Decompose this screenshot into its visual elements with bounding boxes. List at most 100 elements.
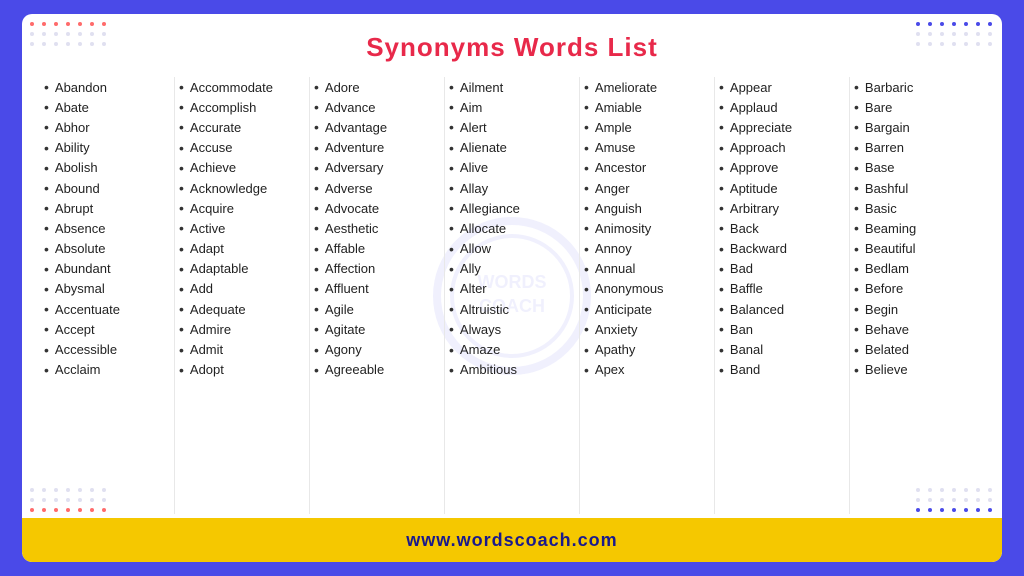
list-item: Behave (854, 319, 980, 339)
list-item: Ailment (449, 77, 575, 97)
page-title: Synonyms Words List (22, 32, 1002, 63)
list-item: Aptitude (719, 178, 845, 198)
list-item: Accommodate (179, 77, 305, 97)
list-item: Adversary (314, 158, 440, 178)
column-5: Ameliorate Amiable Ample Amuse Ancestor … (580, 77, 715, 514)
list-item: Bare (854, 97, 980, 117)
list-item: Balanced (719, 299, 845, 319)
list-item: Baffle (719, 279, 845, 299)
list-item: Apex (584, 360, 710, 380)
list-item: Basic (854, 198, 980, 218)
list-item: Alive (449, 158, 575, 178)
list-item: Absolute (44, 239, 170, 259)
list-item: Ancestor (584, 158, 710, 178)
list-item: Ample (584, 117, 710, 137)
list-item: Approve (719, 158, 845, 178)
list-item: Ally (449, 259, 575, 279)
list-item: Adapt (179, 239, 305, 259)
list-item: Believe (854, 360, 980, 380)
list-item: Aesthetic (314, 218, 440, 238)
list-item: Accurate (179, 117, 305, 137)
list-item: Annual (584, 259, 710, 279)
list-item: Backward (719, 239, 845, 259)
list-item: Accept (44, 319, 170, 339)
list-item: Acclaim (44, 360, 170, 380)
list-item: Bad (719, 259, 845, 279)
list-item: Bedlam (854, 259, 980, 279)
list-item: Acquire (179, 198, 305, 218)
list-item: Accessible (44, 339, 170, 359)
list-item: Abundant (44, 259, 170, 279)
list-item: Appear (719, 77, 845, 97)
list-item: Anonymous (584, 279, 710, 299)
list-item: Barbaric (854, 77, 980, 97)
list-item: Apathy (584, 339, 710, 359)
list-item: Achieve (179, 158, 305, 178)
list-item: Alter (449, 279, 575, 299)
list-item: Abysmal (44, 279, 170, 299)
list-item: Ambitious (449, 360, 575, 380)
list-item: Amiable (584, 97, 710, 117)
list-item: Agreeable (314, 360, 440, 380)
list-item: Allay (449, 178, 575, 198)
word-columns: Abandon Abate Abhor Ability Abolish Abou… (40, 77, 984, 514)
list-item: Appreciate (719, 117, 845, 137)
list-item: Abound (44, 178, 170, 198)
list-item: Ban (719, 319, 845, 339)
list-item: Aim (449, 97, 575, 117)
list-item: Affable (314, 239, 440, 259)
list-item: Band (719, 360, 845, 380)
page-header: Synonyms Words List (22, 14, 1002, 73)
list-item: Abate (44, 97, 170, 117)
list-item: Alert (449, 117, 575, 137)
list-item: Abrupt (44, 198, 170, 218)
list-item: Anticipate (584, 299, 710, 319)
list-item: Advantage (314, 117, 440, 137)
list-item: Abolish (44, 158, 170, 178)
list-item: Anxiety (584, 319, 710, 339)
list-item: Barren (854, 138, 980, 158)
content-area: WORDS COACH Abandon Abate Abhor Ability … (22, 73, 1002, 518)
list-item: Abandon (44, 77, 170, 97)
list-item: Bashful (854, 178, 980, 198)
list-item: Adverse (314, 178, 440, 198)
list-item: Adequate (179, 299, 305, 319)
list-item: Advocate (314, 198, 440, 218)
column-1: Abandon Abate Abhor Ability Abolish Abou… (40, 77, 175, 514)
list-item: Accuse (179, 138, 305, 158)
list-item: Approach (719, 138, 845, 158)
list-item: Ability (44, 138, 170, 158)
list-item: Adopt (179, 360, 305, 380)
list-item: Admire (179, 319, 305, 339)
list-item: Accomplish (179, 97, 305, 117)
footer-url: www.wordscoach.com (406, 530, 617, 551)
main-card: Synonyms Words List WORDS COACH Abandon … (22, 14, 1002, 562)
column-7: Barbaric Bare Bargain Barren Base Bashfu… (850, 77, 984, 514)
list-item: Affection (314, 259, 440, 279)
list-item: Belated (854, 339, 980, 359)
list-item: Before (854, 279, 980, 299)
list-item: Advance (314, 97, 440, 117)
list-item: Anguish (584, 198, 710, 218)
list-item: Banal (719, 339, 845, 359)
list-item: Add (179, 279, 305, 299)
list-item: Allow (449, 239, 575, 259)
list-item: Agony (314, 339, 440, 359)
list-item: Beaming (854, 218, 980, 238)
list-item: Accentuate (44, 299, 170, 319)
list-item: Acknowledge (179, 178, 305, 198)
list-item: Absence (44, 218, 170, 238)
list-item: Allegiance (449, 198, 575, 218)
list-item: Amaze (449, 339, 575, 359)
list-item: Beautiful (854, 239, 980, 259)
list-item: Agitate (314, 319, 440, 339)
list-item: Arbitrary (719, 198, 845, 218)
list-item: Adaptable (179, 259, 305, 279)
list-item: Back (719, 218, 845, 238)
column-3: Adore Advance Advantage Adventure Advers… (310, 77, 445, 514)
list-item: Amuse (584, 138, 710, 158)
list-item: Affluent (314, 279, 440, 299)
list-item: Base (854, 158, 980, 178)
list-item: Adventure (314, 138, 440, 158)
column-6: Appear Applaud Appreciate Approach Appro… (715, 77, 850, 514)
